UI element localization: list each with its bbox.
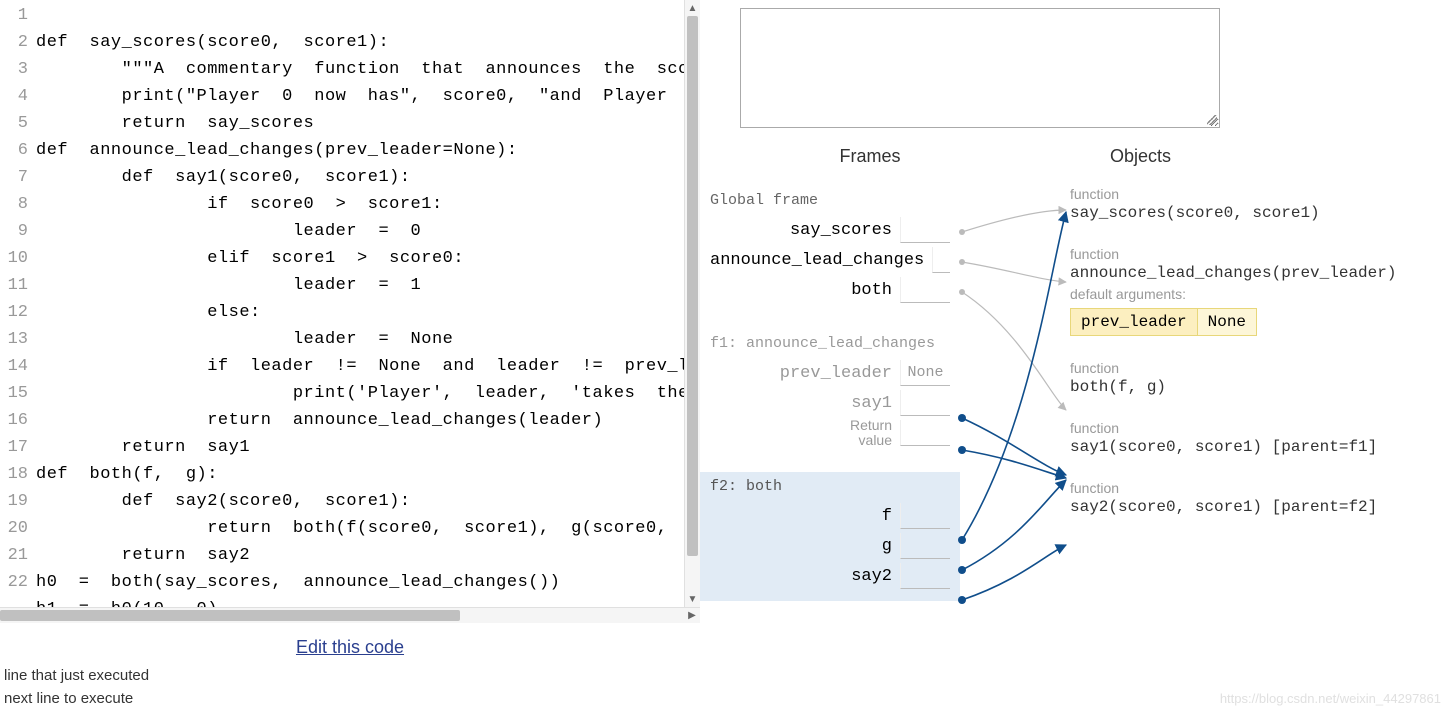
code-editor[interactable]: 12345678910111213141516171819202122 def … bbox=[0, 0, 700, 607]
edit-code-link[interactable]: Edit this code bbox=[296, 637, 404, 657]
object-say-scores: function say_scores(score0, score1) bbox=[1070, 186, 1449, 222]
horizontal-scrollbar[interactable]: ▶ bbox=[0, 607, 700, 623]
frame-f1: f1: announce_lead_changes prev_leaderNon… bbox=[700, 329, 960, 458]
just-executed-label: line that just executed bbox=[4, 664, 696, 687]
var-say2: say2 bbox=[710, 561, 950, 591]
hscroll-thumb[interactable] bbox=[0, 610, 460, 621]
default-args-box: prev_leader None bbox=[1070, 308, 1257, 336]
scroll-right-icon[interactable]: ▶ bbox=[684, 608, 700, 623]
next-line-label: next line to execute bbox=[4, 687, 696, 710]
objects-header: Objects bbox=[1000, 146, 1449, 167]
scroll-up-icon[interactable]: ▲ bbox=[685, 0, 700, 16]
code-text: def say_scores(score0, score1): """A com… bbox=[36, 0, 700, 607]
global-frame: Global frame say_scores announce_lead_ch… bbox=[700, 186, 960, 315]
var-return-value: Returnvalue bbox=[710, 418, 950, 448]
code-panel: 12345678910111213141516171819202122 def … bbox=[0, 0, 700, 710]
watermark: https://blog.csdn.net/weixin_44297861 bbox=[1220, 691, 1441, 706]
var-prev-leader: prev_leaderNone bbox=[710, 358, 950, 388]
object-announce-lead-changes: function announce_lead_changes(prev_lead… bbox=[1070, 246, 1449, 336]
frames-header: Frames bbox=[740, 146, 1000, 167]
var-say1: say1 bbox=[710, 388, 950, 418]
scroll-down-icon[interactable]: ▼ bbox=[685, 591, 700, 607]
var-g: g bbox=[710, 531, 950, 561]
var-say-scores: say_scores bbox=[710, 215, 950, 245]
object-both: function both(f, g) bbox=[1070, 360, 1449, 396]
vertical-scrollbar[interactable]: ▲ ▼ bbox=[684, 0, 700, 607]
frame-f2: f2: both f g say2 bbox=[700, 472, 960, 601]
line-gutter: 12345678910111213141516171819202122 bbox=[0, 0, 36, 607]
var-both: both bbox=[710, 275, 950, 305]
var-f: f bbox=[710, 501, 950, 531]
visualization-panel: Frames Objects Global frame say_scores a… bbox=[700, 0, 1449, 710]
program-output[interactable] bbox=[740, 8, 1220, 128]
object-say2: function say2(score0, score1) [parent=f2… bbox=[1070, 480, 1449, 516]
object-say1: function say1(score0, score1) [parent=f1… bbox=[1070, 420, 1449, 456]
execution-legend: line that just executed next line to exe… bbox=[0, 664, 700, 710]
scroll-thumb[interactable] bbox=[687, 16, 698, 556]
var-announce-lead-changes: announce_lead_changes bbox=[710, 245, 950, 275]
